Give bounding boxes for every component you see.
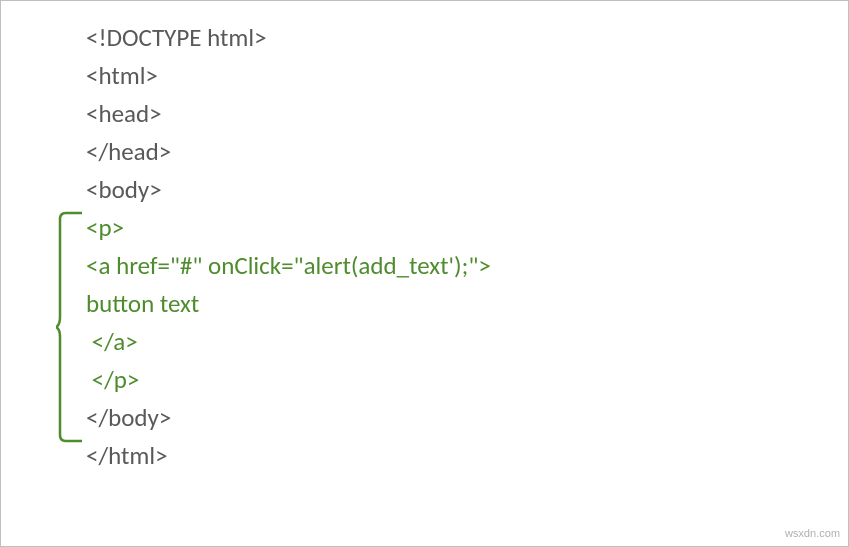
highlighted-code-line: <a href="#" onClick="alert(add_text');"> (86, 247, 491, 285)
code-line: </html> (86, 437, 491, 475)
highlighted-code-line: </a> (86, 323, 491, 361)
highlighted-code-line: <p> (86, 209, 491, 247)
code-line: </head> (86, 133, 491, 171)
code-line: <html> (86, 57, 491, 95)
code-line: </body> (86, 399, 491, 437)
code-block: <!DOCTYPE html> <html> <head> </head> <b… (86, 19, 491, 475)
watermark-text: wsxdn.com (785, 528, 840, 540)
highlighted-code-line: </p> (86, 361, 491, 399)
code-line: <!DOCTYPE html> (86, 19, 491, 57)
code-line: <body> (86, 171, 491, 209)
highlighted-code-line: button text (86, 285, 491, 323)
code-line: <head> (86, 95, 491, 133)
grouping-bracket (56, 211, 82, 443)
